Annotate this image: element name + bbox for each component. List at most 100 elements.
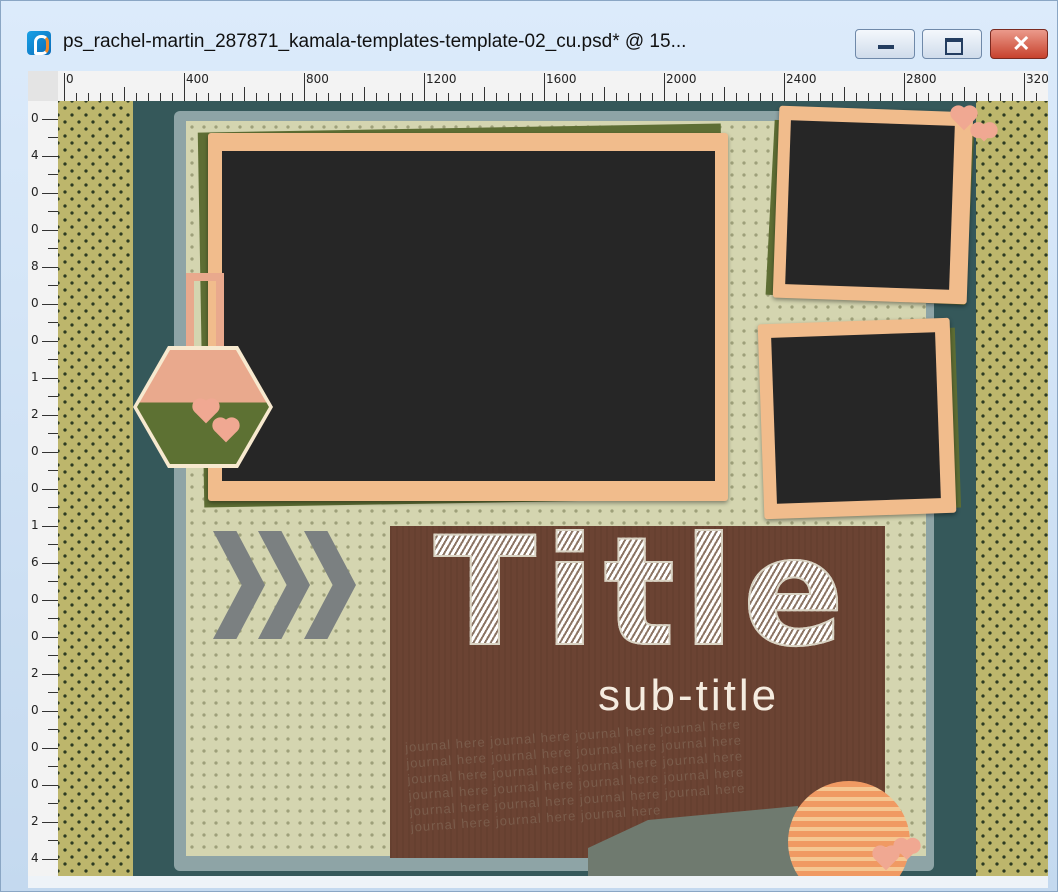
ruler-minor-tick: [42, 489, 58, 490]
ruler-minor-tick: [42, 156, 58, 157]
ruler-minor-tick: [820, 93, 821, 101]
ruler-minor-tick: [628, 93, 629, 101]
ruler-minor-tick: [48, 618, 58, 619]
subtitle-text[interactable]: sub-title: [598, 671, 779, 721]
ruler-minor-tick: [42, 674, 58, 675]
ruler-label: 1200: [426, 72, 457, 86]
ruler-label: 1600: [546, 72, 577, 86]
ruler-minor-tick: [42, 859, 58, 860]
ruler-major-tick: [64, 73, 65, 101]
ruler-label: 4: [31, 148, 39, 162]
ruler-minor-tick: [232, 93, 233, 101]
image-canvas[interactable]: Title sub-title journal here journal her…: [58, 101, 1048, 876]
ruler-minor-tick: [580, 93, 581, 101]
ruler-label: 1: [31, 370, 39, 384]
ruler-minor-tick: [328, 93, 329, 101]
paint-shop-pro-icon: [27, 31, 51, 55]
maximize-button[interactable]: [922, 29, 982, 59]
horizontal-ruler[interactable]: 0 400 800 1200 1600 2000 2400 2800 320: [58, 71, 1048, 102]
ruler-minor-tick: [964, 87, 965, 101]
ruler-major-tick: [664, 73, 665, 101]
ruler-minor-tick: [48, 285, 58, 286]
title-bar[interactable]: ps_rachel-martin_287871_kamala-templates…: [1, 1, 1058, 67]
ruler-minor-tick: [1036, 93, 1037, 101]
ruler-label: 0: [31, 740, 39, 754]
ruler-minor-tick: [160, 93, 161, 101]
ruler-minor-tick: [268, 93, 269, 101]
ruler-minor-tick: [1000, 93, 1001, 101]
minimize-icon: [878, 45, 894, 49]
right-dotted-border: [976, 101, 1048, 876]
minimize-button[interactable]: [855, 29, 915, 59]
ruler-label: 0: [31, 111, 39, 125]
ruler-label: 0: [31, 222, 39, 236]
ruler-minor-tick: [48, 322, 58, 323]
ruler-label: 0: [31, 592, 39, 606]
vertical-ruler[interactable]: 0 4 0 0 8 0 0 1 2 0 0 1 6 0 0 2 0 0 0 2 4: [28, 101, 59, 876]
ruler-minor-tick: [856, 93, 857, 101]
left-dotted-border: [58, 101, 133, 876]
ruler-minor-tick: [42, 822, 58, 823]
ruler-minor-tick: [736, 93, 737, 101]
ruler-minor-tick: [448, 93, 449, 101]
ruler-minor-tick: [892, 93, 893, 101]
ruler-label: 0: [66, 72, 74, 86]
ruler-minor-tick: [42, 415, 58, 416]
ruler-minor-tick: [48, 470, 58, 471]
ruler-minor-tick: [42, 378, 58, 379]
ruler-minor-tick: [1012, 93, 1013, 101]
ruler-minor-tick: [124, 87, 125, 101]
ruler-minor-tick: [76, 93, 77, 101]
ruler-minor-tick: [42, 341, 58, 342]
ruler-minor-tick: [376, 93, 377, 101]
ruler-major-tick: [1024, 73, 1025, 101]
ruler-minor-tick: [844, 87, 845, 101]
document-window: ps_rachel-martin_287871_kamala-templates…: [0, 0, 1058, 892]
ruler-label: 2000: [666, 72, 697, 86]
ruler-minor-tick: [916, 93, 917, 101]
ruler-minor-tick: [928, 93, 929, 101]
ruler-minor-tick: [508, 93, 509, 101]
ruler-minor-tick: [496, 93, 497, 101]
ruler-minor-tick: [616, 93, 617, 101]
ruler-label: 320: [1026, 72, 1048, 86]
ruler-minor-tick: [42, 600, 58, 601]
ruler-minor-tick: [100, 93, 101, 101]
ruler-minor-tick: [796, 93, 797, 101]
ruler-label: 2: [31, 666, 39, 680]
ruler-minor-tick: [42, 267, 58, 268]
ruler-minor-tick: [42, 711, 58, 712]
ruler-minor-tick: [352, 93, 353, 101]
close-button[interactable]: ✕: [990, 29, 1048, 59]
ruler-minor-tick: [48, 359, 58, 360]
ruler-major-tick: [424, 73, 425, 101]
ruler-minor-tick: [48, 692, 58, 693]
ruler-label: 6: [31, 555, 39, 569]
top-right-photo-placeholder[interactable]: [785, 120, 955, 290]
ruler-major-tick: [904, 73, 905, 101]
ruler-minor-tick: [48, 396, 58, 397]
ruler-minor-tick: [136, 93, 137, 101]
ruler-minor-tick: [244, 87, 245, 101]
ruler-minor-tick: [460, 93, 461, 101]
ruler-label: 2400: [786, 72, 817, 86]
ruler-minor-tick: [48, 507, 58, 508]
ruler-label: 2: [31, 407, 39, 421]
ruler-label: 400: [186, 72, 209, 86]
ruler-minor-tick: [42, 785, 58, 786]
title-text[interactable]: Title: [408, 517, 878, 669]
ruler-minor-tick: [208, 93, 209, 101]
ruler-minor-tick: [292, 93, 293, 101]
bottom-right-photo-placeholder[interactable]: [771, 332, 941, 504]
ruler-minor-tick: [868, 93, 869, 101]
ruler-minor-tick: [388, 93, 389, 101]
ruler-minor-tick: [42, 230, 58, 231]
large-photo-placeholder[interactable]: [222, 151, 715, 481]
ruler-minor-tick: [400, 93, 401, 101]
ruler-minor-tick: [676, 93, 677, 101]
ruler-label: 0: [31, 296, 39, 310]
ruler-minor-tick: [808, 93, 809, 101]
ruler-minor-tick: [42, 193, 58, 194]
ruler-minor-tick: [700, 93, 701, 101]
ruler-label: 0: [31, 629, 39, 643]
